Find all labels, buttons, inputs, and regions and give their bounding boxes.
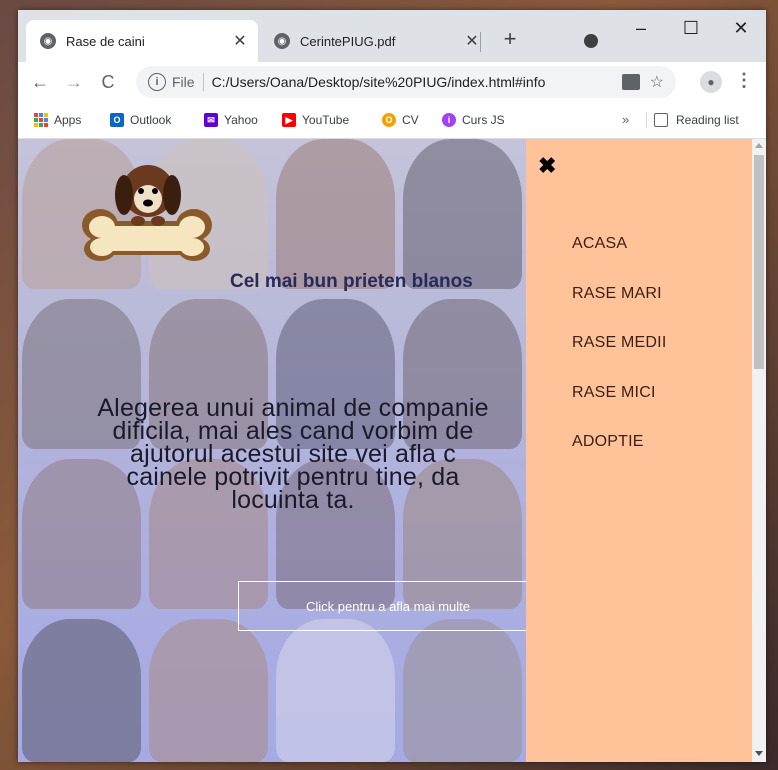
- forward-button[interactable]: →: [62, 70, 86, 94]
- tab-strip: ◉ Rase de caini ✕ ◉ CerintePIUG.pdf ✕ + …: [18, 10, 766, 62]
- address-bar[interactable]: i File C:/Users/Oana/Desktop/site%20PIUG…: [136, 66, 676, 98]
- bookmark-curs-js[interactable]: i Curs JS: [442, 102, 505, 138]
- browser-window: ◉ Rase de caini ✕ ◉ CerintePIUG.pdf ✕ + …: [18, 10, 766, 762]
- back-button[interactable]: ←: [28, 70, 52, 94]
- globe-icon: ◉: [40, 33, 56, 49]
- bookmarks-separator: [646, 112, 647, 128]
- bookmark-youtube[interactable]: ▶ YouTube: [282, 102, 349, 138]
- file-label: File: [172, 74, 195, 90]
- cv-icon: O: [382, 113, 396, 127]
- bookmark-outlook[interactable]: O Outlook: [110, 102, 171, 138]
- tab-title: CerintePIUG.pdf: [300, 33, 396, 49]
- outlook-icon: O: [110, 113, 124, 127]
- bookmark-apps[interactable]: Apps: [34, 102, 81, 138]
- reading-list-icon: [654, 113, 668, 127]
- apps-grid-icon: [34, 113, 48, 127]
- menu-icon[interactable]: ⋮: [734, 70, 754, 91]
- minimize-button[interactable]: –: [618, 18, 664, 39]
- page-tagline: Cel mai bun prieten blanos: [230, 271, 473, 292]
- globe-icon: ◉: [274, 33, 290, 49]
- tab-title: Rase de caini: [66, 33, 145, 49]
- close-window-button[interactable]: ✕: [718, 18, 764, 39]
- translate-icon[interactable]: [621, 74, 640, 90]
- page-scrollbar[interactable]: [752, 139, 766, 762]
- bookmark-label: Curs JS: [462, 113, 505, 127]
- dog-bone-logo: [82, 165, 212, 261]
- bookmark-label: Yahoo: [224, 113, 258, 127]
- bookmark-label: YouTube: [302, 113, 350, 127]
- dog-collage-background: Cel mai bun prieten blanos Alegerea unui…: [18, 139, 526, 762]
- nav-link-adoptie[interactable]: ADOPTIE: [572, 433, 644, 451]
- tab-separator: [480, 32, 481, 52]
- bookmark-cv[interactable]: O CV: [382, 102, 419, 138]
- scrollbar-thumb[interactable]: [754, 155, 764, 369]
- tab-rase-de-caini[interactable]: ◉ Rase de caini ✕: [26, 20, 258, 62]
- learn-more-button[interactable]: Click pentru a afla mai multe: [238, 581, 526, 631]
- nav-link-rase-medii[interactable]: RASE MEDII: [572, 334, 666, 352]
- tab-search-icon[interactable]: [584, 34, 598, 48]
- reading-list-label: Reading list: [676, 113, 739, 127]
- info-icon[interactable]: i: [148, 73, 166, 91]
- bookmark-label: CV: [402, 113, 419, 127]
- bookmark-yahoo[interactable]: ✉ Yahoo: [204, 102, 258, 138]
- nav-link-rase-mici[interactable]: RASE MICI: [572, 384, 656, 402]
- scroll-up-arrow-icon[interactable]: [755, 143, 763, 148]
- more-bookmarks-button[interactable]: »: [622, 102, 629, 138]
- bookmark-label: Apps: [54, 113, 82, 127]
- nav-link-acasa[interactable]: ACASA: [572, 235, 627, 253]
- new-tab-button[interactable]: +: [496, 26, 524, 52]
- bookmark-star-icon[interactable]: ☆: [650, 72, 664, 92]
- reading-list-button[interactable]: Reading list: [654, 102, 739, 138]
- bookmarks-bar: Apps O Outlook ✉ Yahoo ▶ YouTube O CV i …: [18, 102, 766, 139]
- close-tab-icon[interactable]: ✕: [228, 31, 252, 51]
- side-navigation: ✖ ACASA RASE MARI RASE MEDII RASE MICI A…: [526, 139, 752, 762]
- omnibox-divider: [202, 73, 204, 91]
- bookmark-label: Outlook: [130, 113, 172, 127]
- maximize-button[interactable]: ☐: [668, 18, 714, 39]
- scroll-down-arrow-icon[interactable]: [755, 751, 763, 756]
- close-menu-icon[interactable]: ✖: [538, 153, 556, 179]
- page-viewport: Cel mai bun prieten blanos Alegerea unui…: [18, 139, 766, 762]
- browser-toolbar: ← → C i File C:/Users/Oana/Desktop/site%…: [18, 62, 766, 102]
- intro-paragraph: Alegerea unui animal de companie dificil…: [97, 397, 489, 512]
- youtube-icon: ▶: [282, 113, 296, 127]
- reload-button[interactable]: C: [96, 70, 120, 94]
- tab-cerinte-piug[interactable]: ◉ CerintePIUG.pdf ✕: [260, 20, 490, 62]
- curs-js-icon: i: [442, 113, 456, 127]
- url-text[interactable]: C:/Users/Oana/Desktop/site%20PIUG/index.…: [212, 74, 622, 90]
- mail-icon: ✉: [204, 113, 218, 127]
- nav-link-rase-mari[interactable]: RASE MARI: [572, 285, 662, 303]
- profile-avatar-icon[interactable]: ●: [700, 71, 722, 93]
